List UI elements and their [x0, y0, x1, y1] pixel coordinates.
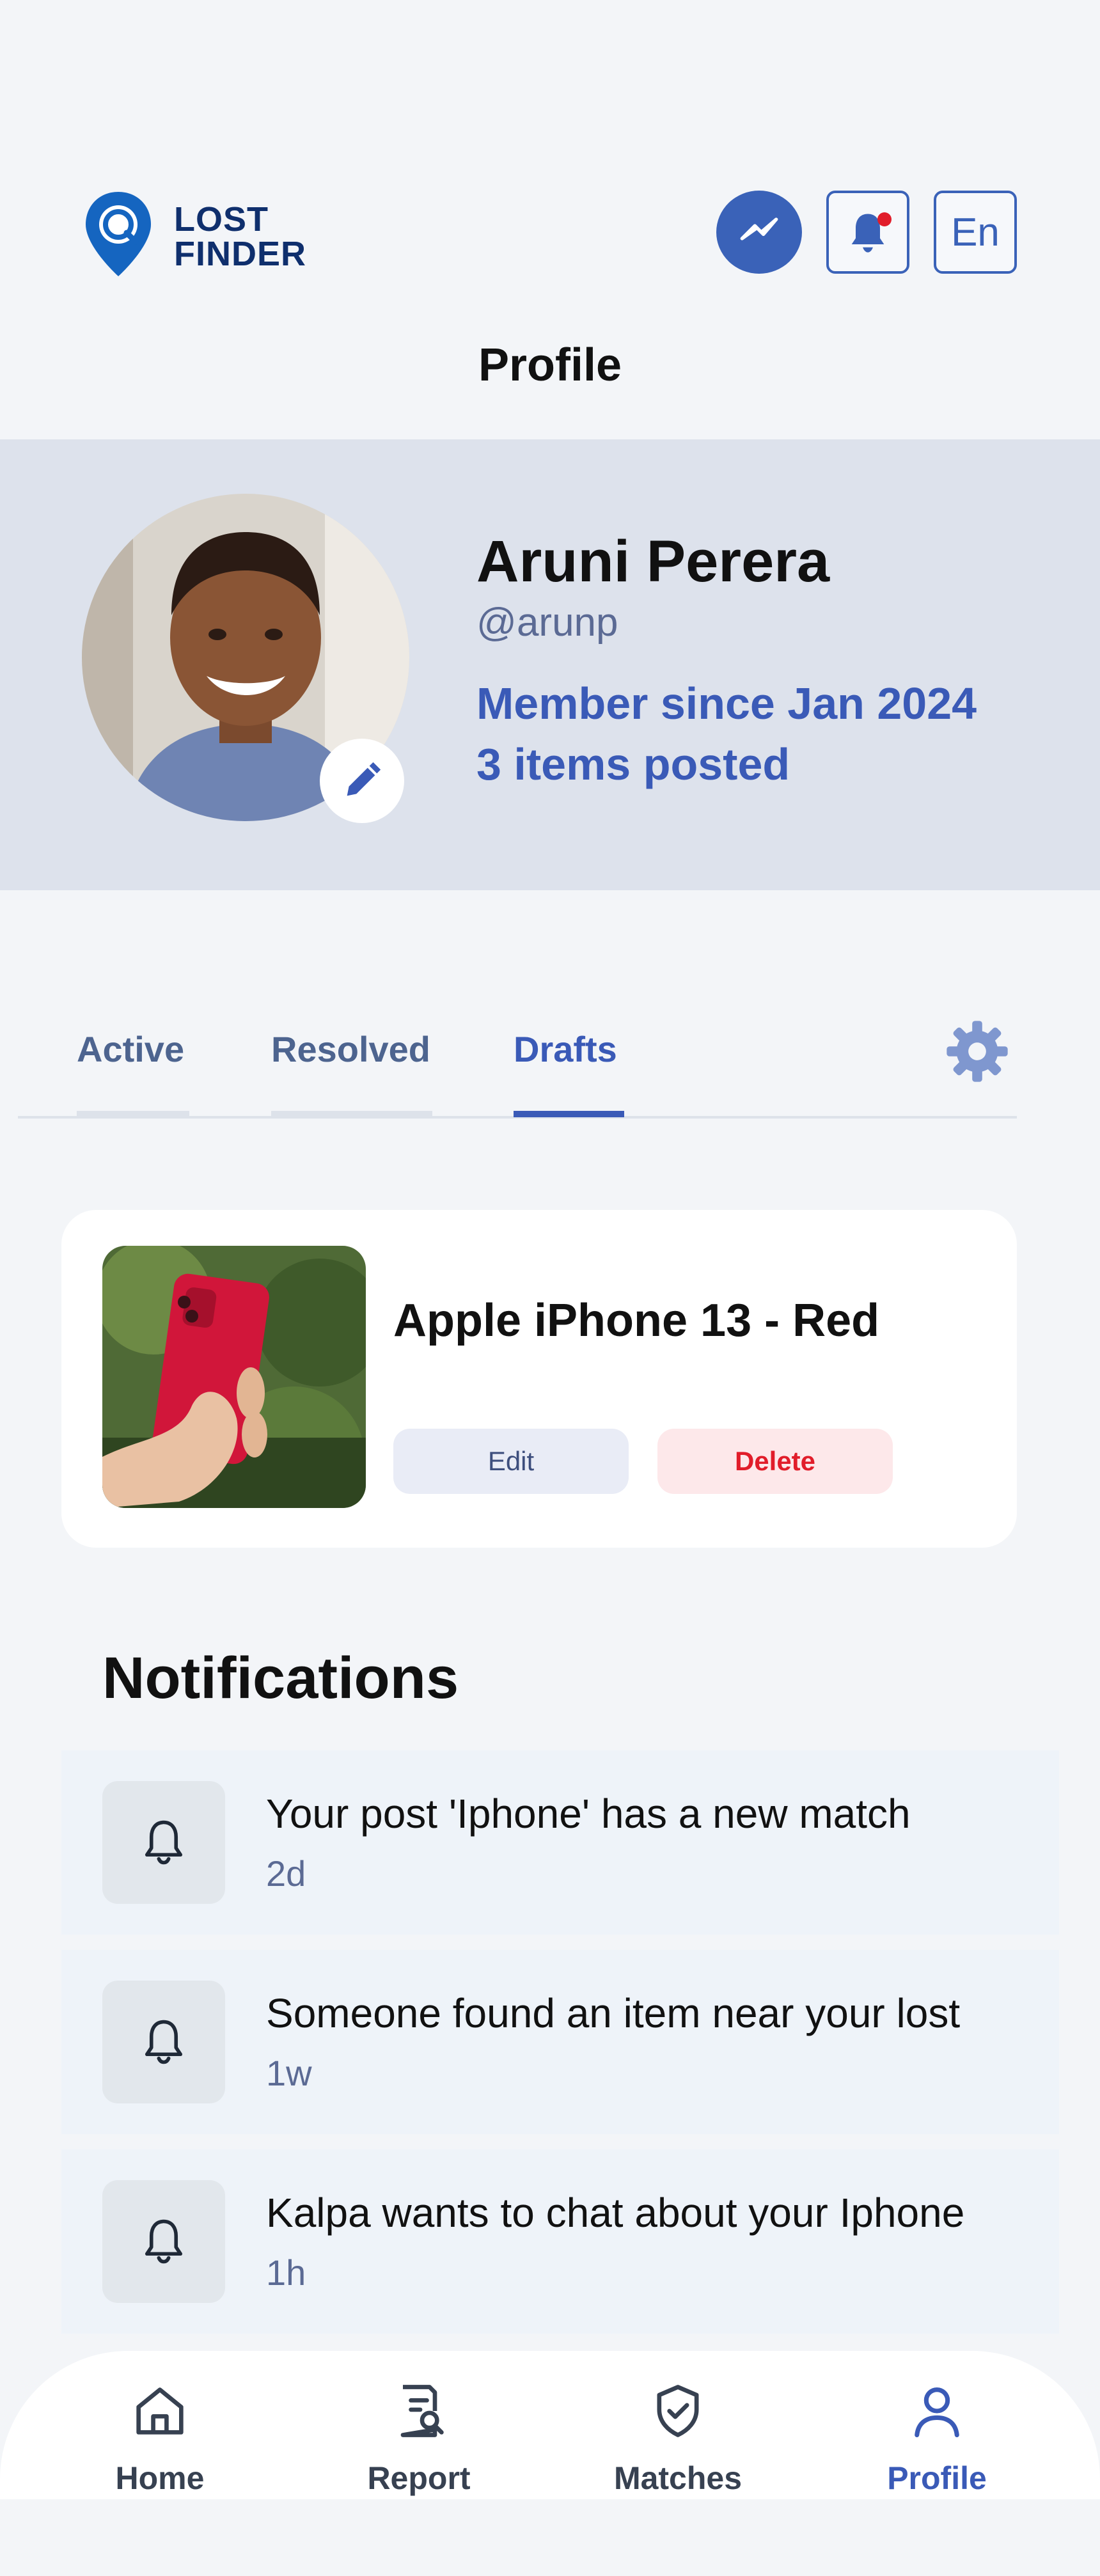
tab-drafts[interactable]: Drafts — [514, 1028, 617, 1070]
messenger-button[interactable] — [716, 191, 802, 274]
notification-message: Your post 'Iphone' has a new match — [266, 1791, 911, 1837]
language-button[interactable]: En — [934, 191, 1017, 274]
notification-item[interactable]: Your post 'Iphone' has a new match 2d — [61, 1750, 1059, 1935]
tab-drafts-underline — [514, 1111, 624, 1117]
bell-icon — [145, 1820, 183, 1865]
notifications-button[interactable] — [826, 191, 909, 274]
notification-item[interactable]: Someone found an item near your lost 1w — [61, 1950, 1059, 2134]
bottom-safe-area — [0, 2499, 1100, 2576]
edit-avatar-button[interactable] — [320, 739, 404, 823]
notification-message: Someone found an item near your lost — [266, 1990, 961, 2036]
settings-button[interactable] — [944, 1018, 1010, 1085]
notification-icon-box — [102, 1781, 225, 1904]
notification-dot — [877, 212, 892, 226]
nav-report[interactable]: Report — [342, 2379, 496, 2501]
notification-item[interactable]: Kalpa wants to chat about your Iphone 1h — [61, 2149, 1059, 2334]
notification-icon-box — [102, 2180, 225, 2303]
notification-message: Kalpa wants to chat about your Iphone — [266, 2190, 965, 2236]
notification-time: 2d — [266, 1853, 306, 1894]
logo-line-1: LOST — [174, 200, 269, 239]
delete-draft-button[interactable]: Delete — [657, 1429, 893, 1494]
nav-matches-label: Matches — [613, 2460, 742, 2496]
bell-icon — [145, 2020, 183, 2064]
edit-draft-button[interactable]: Edit — [393, 1429, 629, 1494]
items-posted: 3 items posted — [476, 739, 790, 789]
home-icon — [136, 2387, 184, 2435]
logo-line-2: FINDER — [174, 235, 306, 273]
tab-active-underline — [77, 1111, 189, 1117]
draft-title: Apple iPhone 13 - Red — [393, 1295, 880, 1346]
messenger-icon — [740, 217, 778, 240]
nav-profile[interactable]: Profile — [860, 2379, 1014, 2501]
report-icon — [400, 2385, 444, 2437]
member-since: Member since Jan 2024 — [476, 679, 977, 728]
notification-time: 1w — [266, 2053, 312, 2093]
user-name: Aruni Perera — [476, 529, 830, 594]
tab-resolved-underline — [271, 1111, 432, 1117]
nav-home-label: Home — [115, 2460, 205, 2496]
logo-text: LOST FINDER — [174, 202, 306, 271]
nav-home[interactable]: Home — [83, 2379, 237, 2501]
notification-time: 1h — [266, 2252, 306, 2293]
phone-photo — [102, 1246, 366, 1508]
nav-profile-label: Profile — [887, 2460, 987, 2496]
nav-matches[interactable]: Matches — [601, 2379, 755, 2501]
page-title: Profile — [478, 340, 622, 391]
gear-icon — [947, 1021, 1008, 1082]
user-icon — [915, 2387, 959, 2438]
logo-pin-icon — [86, 192, 151, 276]
tab-resolved[interactable]: Resolved — [271, 1028, 430, 1070]
shield-check-icon — [657, 2385, 699, 2437]
notification-icon-box — [102, 1981, 225, 2103]
bell-icon — [145, 2219, 183, 2264]
draft-item-image — [102, 1246, 366, 1508]
notifications-title: Notifications — [102, 1645, 459, 1711]
user-handle: @arunp — [476, 601, 618, 645]
pencil-icon — [347, 762, 381, 796]
tab-active[interactable]: Active — [77, 1028, 184, 1070]
nav-report-label: Report — [367, 2460, 471, 2496]
